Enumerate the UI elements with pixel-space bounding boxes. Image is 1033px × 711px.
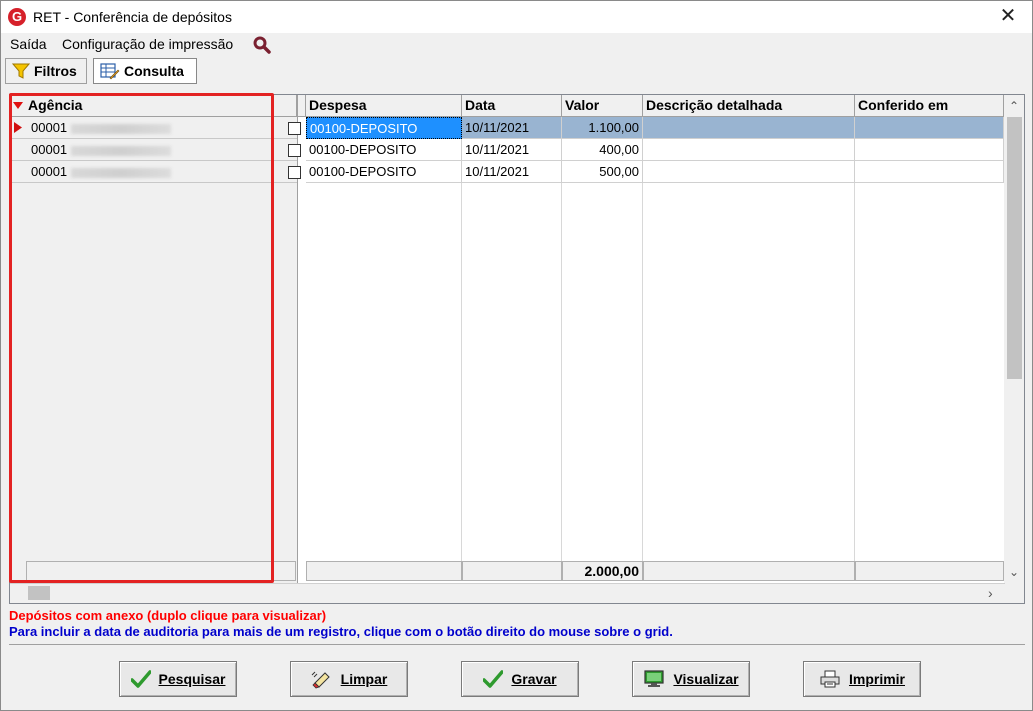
app-logo-icon: G — [8, 8, 26, 26]
consulta-label: Consulta — [124, 63, 184, 79]
cell-data[interactable]: 10/11/2021 — [462, 117, 562, 139]
vertical-scrollbar[interactable]: ⌃ ⌄ — [1005, 95, 1024, 583]
footer-cell — [643, 561, 855, 581]
eraser-icon — [311, 671, 330, 689]
highlight-annotation — [9, 93, 274, 583]
scroll-thumb[interactable] — [1007, 117, 1022, 379]
cell-conferido[interactable] — [855, 117, 1004, 139]
imprimir-button[interactable]: Imprimir — [803, 661, 921, 697]
cell-data[interactable]: 10/11/2021 — [462, 161, 562, 183]
visualizar-label: Visualizar — [673, 671, 739, 687]
header-valor[interactable]: Valor — [562, 95, 643, 117]
filtros-button[interactable]: Filtros — [5, 58, 87, 84]
header-conferido[interactable]: Conferido em — [855, 95, 1004, 117]
footer-cell — [462, 561, 562, 581]
auditoria-message: Para incluir a data de auditoria para ma… — [9, 624, 673, 639]
limpar-button[interactable]: Limpar — [290, 661, 408, 697]
cell-descricao[interactable] — [643, 139, 855, 161]
close-icon[interactable]: ✕ — [996, 4, 1020, 28]
header-check — [298, 95, 306, 117]
scroll-right-icon[interactable]: › — [988, 585, 993, 601]
visualizar-button[interactable]: Visualizar — [632, 661, 750, 697]
cell-valor[interactable]: 1.100,00 — [562, 117, 643, 139]
window-title: RET - Conferência de depósitos — [33, 9, 232, 25]
cell-data[interactable]: 10/11/2021 — [462, 139, 562, 161]
search-icon[interactable] — [253, 36, 271, 54]
printer-icon — [820, 670, 840, 688]
pesquisar-label: Pesquisar — [158, 671, 226, 687]
consulta-button[interactable]: Consulta — [93, 58, 197, 84]
cell-descricao[interactable] — [643, 117, 855, 139]
cell-conferido[interactable] — [855, 161, 1004, 183]
menu-configuracao-impressao[interactable]: Configuração de impressão — [62, 36, 233, 52]
edit-table-icon — [100, 63, 120, 80]
menu-saida[interactable]: Saída — [10, 36, 47, 52]
checkmark-icon — [483, 670, 504, 688]
column-divider — [854, 183, 855, 561]
total-valor: 2.000,00 — [562, 561, 643, 581]
filter-icon — [12, 63, 30, 79]
anexo-message: Depósitos com anexo (duplo clique para v… — [9, 608, 327, 623]
header-despesa[interactable]: Despesa — [306, 95, 462, 117]
scroll-down-icon[interactable]: ⌄ — [1009, 565, 1019, 579]
cell-descricao[interactable] — [643, 161, 855, 183]
header-descricao[interactable]: Descrição detalhada — [643, 95, 855, 117]
row-checkbox[interactable] — [288, 166, 301, 179]
row-checkbox[interactable] — [288, 144, 301, 157]
gravar-label: Gravar — [511, 671, 557, 687]
row-checkbox[interactable] — [288, 122, 301, 135]
cell-valor[interactable]: 400,00 — [562, 139, 643, 161]
gravar-button[interactable]: Gravar — [461, 661, 579, 697]
filtros-label: Filtros — [34, 63, 77, 79]
limpar-label: Limpar — [340, 671, 388, 687]
monitor-icon — [644, 670, 665, 687]
cell-despesa[interactable]: 00100-DEPOSITO — [306, 139, 462, 161]
title-bar: G RET - Conferência de depósitos ✕ — [1, 1, 1032, 33]
scroll-thumb[interactable] — [28, 586, 50, 600]
cell-conferido[interactable] — [855, 139, 1004, 161]
menu-bar: Saída Configuração de impressão — [1, 33, 1032, 55]
cell-valor[interactable]: 500,00 — [562, 161, 643, 183]
cell-despesa[interactable]: 00100-DEPOSITO — [306, 161, 462, 183]
footer-cell — [306, 561, 462, 581]
imprimir-label: Imprimir — [848, 671, 905, 687]
header-data[interactable]: Data — [462, 95, 562, 117]
horizontal-scrollbar[interactable]: › — [10, 583, 1005, 603]
pesquisar-button[interactable]: Pesquisar — [119, 661, 237, 697]
column-divider — [461, 183, 462, 561]
checkmark-icon — [130, 670, 151, 688]
column-divider — [642, 183, 643, 561]
footer-cell — [855, 561, 1004, 581]
main-window: G RET - Conferência de depósitos ✕ Saída… — [0, 0, 1033, 711]
cell-despesa[interactable]: 00100-DEPOSITO — [306, 117, 462, 139]
column-divider — [561, 183, 562, 561]
scroll-up-icon[interactable]: ⌃ — [1009, 99, 1019, 113]
grid-scroll-pane: Despesa Data Valor Descrição detalhada C… — [288, 95, 1004, 603]
